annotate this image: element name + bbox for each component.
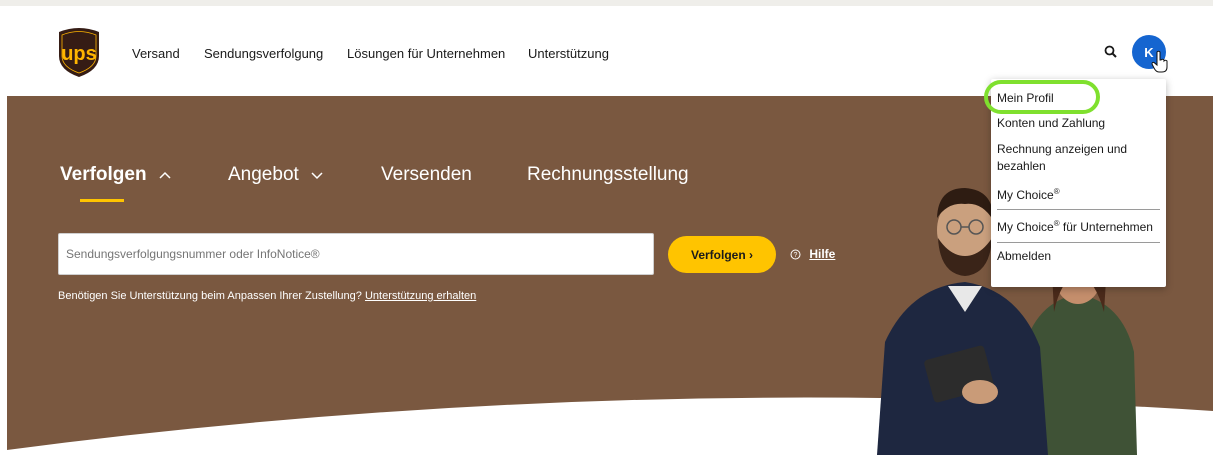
search-icon[interactable] — [1103, 44, 1119, 60]
menu-item-my-choice-label: My Choice — [997, 188, 1054, 202]
chevron-down-icon — [310, 164, 324, 186]
chevron-up-icon — [158, 164, 172, 186]
menu-item-my-choice[interactable]: My Choice® — [991, 183, 1166, 209]
tab-angebot-label: Angebot — [228, 164, 299, 185]
support-question: Benötigen Sie Unterstützung beim Anpasse… — [58, 290, 362, 302]
help-link-group[interactable]: ? Hilfe — [790, 247, 835, 263]
support-link[interactable]: Unterstützung erhalten — [365, 290, 476, 302]
tab-rechnungsstellung[interactable]: Rechnungsstellung — [527, 164, 689, 186]
svg-text:?: ? — [794, 252, 798, 259]
menu-item-rechnung[interactable]: Rechnung anzeigen und bezahlen — [991, 141, 1166, 183]
hand-cursor-icon — [1150, 50, 1170, 74]
menu-item-my-choice-business-label: My Choice — [997, 220, 1054, 234]
menu-item-my-choice-business[interactable]: My Choice® für Unternehmen — [991, 210, 1166, 242]
menu-item-konten-und-zahlung[interactable]: Konten und Zahlung — [991, 115, 1166, 141]
menu-item-my-choice-business-suffix: für Unternehmen — [1059, 220, 1153, 234]
tab-verfolgen-label: Verfolgen — [60, 164, 147, 185]
active-tab-indicator — [80, 199, 124, 202]
registered-mark: ® — [1053, 187, 1060, 196]
nav-sendungsverfolgung[interactable]: Sendungsverfolgung — [204, 46, 323, 61]
menu-item-mein-profil[interactable]: Mein Profil — [991, 88, 1166, 115]
support-text: Benötigen Sie Unterstützung beim Anpasse… — [58, 290, 476, 302]
nav-unterstuetzung[interactable]: Unterstützung — [528, 46, 609, 61]
profile-dropdown-menu: Mein Profil Konten und Zahlung Rechnung … — [991, 79, 1166, 287]
menu-item-abmelden[interactable]: Abmelden — [991, 243, 1166, 265]
tracking-number-input[interactable] — [58, 233, 654, 275]
help-link[interactable]: Hilfe — [809, 247, 835, 261]
tab-angebot[interactable]: Angebot — [228, 164, 324, 186]
help-circle-icon: ? — [790, 249, 801, 263]
tab-versenden[interactable]: Versenden — [381, 164, 472, 186]
logo-text: ups — [61, 43, 97, 65]
track-button[interactable]: Verfolgen › — [668, 236, 776, 273]
tab-verfolgen[interactable]: Verfolgen — [60, 164, 172, 186]
ups-logo[interactable]: ups — [57, 26, 101, 78]
nav-versand[interactable]: Versand — [132, 46, 180, 61]
nav-loesungen[interactable]: Lösungen für Unternehmen — [347, 46, 505, 61]
